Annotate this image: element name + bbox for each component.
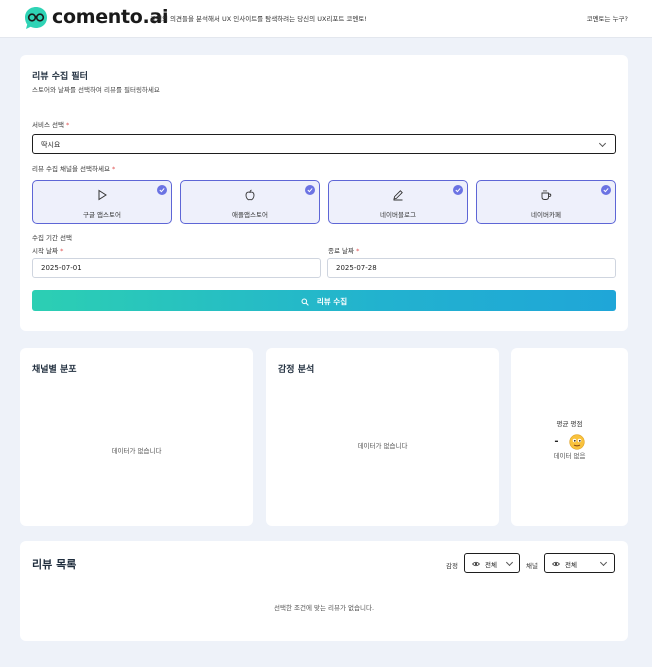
review-list-empty: 선택한 조건에 맞는 리뷰가 없습니다. (273, 604, 375, 612)
eye-icon (472, 561, 480, 567)
check-icon (305, 185, 315, 195)
logo-icon (25, 7, 47, 29)
apple-icon (245, 189, 255, 201)
channel-distribution-empty: 데이터가 없습니다 (111, 447, 162, 455)
channel-label-naver-cafe: 네이버카페 (531, 211, 561, 219)
top-bar: comento.ai 고객의 의견들을 분석해서 UX 인사이트를 탐색하려는 … (0, 0, 652, 38)
service-label: 서비스 선택 * (32, 121, 70, 129)
collect-reviews-button[interactable]: 리뷰 수집 (32, 290, 616, 311)
period-label: 수집 기간 선택 (32, 234, 73, 242)
filter-title: 리뷰 수집 필터 (32, 72, 88, 82)
sentiment-filter-select[interactable]: 전체 (464, 553, 520, 573)
end-date-value: 2025-07-28 (336, 264, 377, 272)
channel-distribution-card: 채널별 분포 데이터가 없습니다 (20, 348, 253, 526)
chevron-down-icon (599, 558, 608, 567)
sentiment-analysis-title: 감정 분석 (278, 365, 315, 375)
average-rating-empty: 데이터 없음 (553, 452, 586, 460)
end-date-input[interactable]: 2025-07-28 (327, 258, 616, 278)
review-filter-card: 리뷰 수집 필터 스토어와 날짜를 선택하여 리뷰를 필터링하세요 서비스 선택… (20, 55, 628, 331)
check-icon (157, 185, 167, 195)
channel-filter-value: 전체 (565, 561, 577, 569)
about-link[interactable]: 코멘토는 누구? (587, 13, 628, 23)
chevron-down-icon (505, 558, 514, 567)
channel-option-google-play[interactable]: 구글 앱스토어 (32, 180, 172, 224)
channel-option-naver-blog[interactable]: 네이버블로그 (328, 180, 468, 224)
pencil-icon (393, 190, 403, 201)
channel-distribution-title: 채널별 분포 (32, 365, 77, 375)
sentiment-analysis-empty: 데이터가 없습니다 (357, 442, 408, 450)
channel-option-apple-store[interactable]: 애플앱스토어 (180, 180, 320, 224)
service-select-value: 딱시요 (41, 141, 61, 149)
start-date-value: 2025-07-01 (41, 264, 82, 272)
review-list-card: 리뷰 목록 감정 전체 채널 전체 선택한 조건에 맞는 리뷰가 없습니다. (20, 541, 628, 641)
sentiment-analysis-card: 감정 분석 데이터가 없습니다 (266, 348, 499, 526)
average-rating-value: - (554, 436, 559, 447)
channel-filter-select[interactable]: 전체 (544, 553, 615, 573)
start-date-label: 시작 날짜 * (32, 247, 64, 255)
sentiment-filter-value: 전체 (485, 561, 497, 569)
channel-label-naver-blog: 네이버블로그 (380, 211, 416, 219)
neutral-face-icon (569, 433, 585, 450)
chevron-down-icon (598, 139, 607, 148)
channel-label-apple-store: 애플앱스토어 (232, 211, 268, 219)
header-tagline: 고객의 의견들을 분석해서 UX 인사이트를 탐색하려는 당신의 UX리포트 코… (150, 15, 367, 23)
search-icon (301, 298, 309, 306)
review-list-title: 리뷰 목록 (32, 558, 77, 571)
service-select[interactable]: 딱시요 (32, 134, 616, 154)
channel-filter-label: 채널 (526, 562, 538, 570)
channel-label: 리뷰 수집 채널을 선택하세요 * (32, 165, 116, 173)
start-date-input[interactable]: 2025-07-01 (32, 258, 321, 278)
coffee-icon (541, 190, 552, 200)
eye-icon (552, 561, 560, 567)
play-icon (98, 189, 107, 201)
channel-option-naver-cafe[interactable]: 네이버카페 (476, 180, 616, 224)
check-icon (601, 185, 611, 195)
channel-label-google-play: 구글 앱스토어 (83, 211, 121, 219)
average-rating-row: - (511, 431, 628, 450)
filter-subtitle: 스토어와 날짜를 선택하여 리뷰를 필터링하세요 (32, 86, 160, 94)
average-rating-card: 평균 평점 - 데이터 없음 (511, 348, 628, 526)
collect-button-label: 리뷰 수집 (316, 297, 348, 306)
sentiment-filter-label: 감정 (446, 562, 458, 570)
end-date-label: 종료 날짜 * (328, 247, 360, 255)
average-rating-label: 평균 평점 (556, 420, 583, 428)
check-icon (453, 185, 463, 195)
